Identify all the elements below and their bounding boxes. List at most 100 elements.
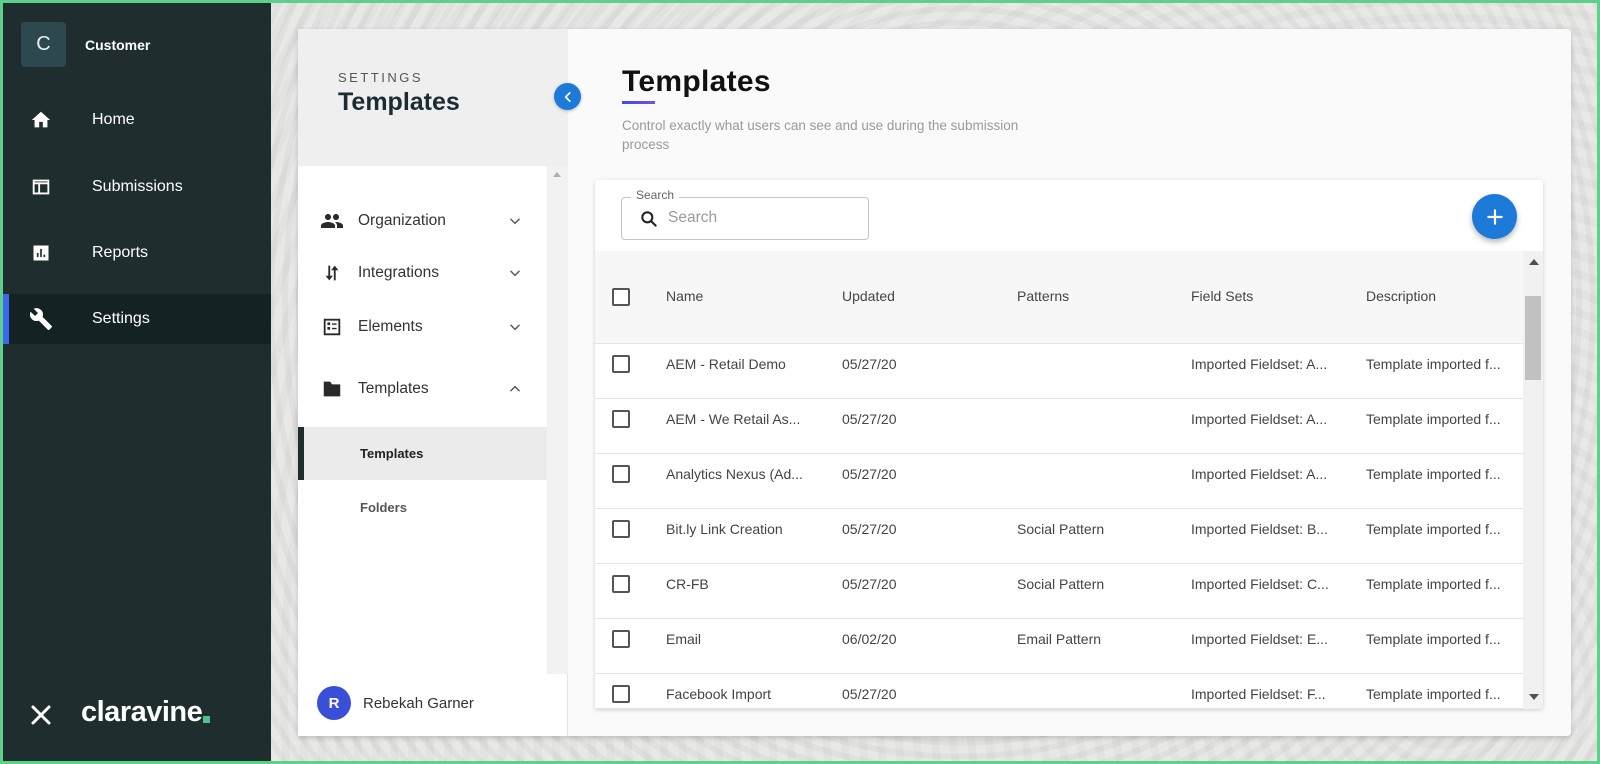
chevron-up-icon: [507, 381, 523, 397]
account-switcher[interactable]: C Customer: [21, 22, 150, 67]
cell-updated: 05/27/20: [842, 576, 897, 592]
row-checkbox[interactable]: [612, 410, 630, 428]
column-header-updated[interactable]: Updated: [842, 288, 895, 304]
nav-item-settings[interactable]: Settings: [3, 294, 271, 344]
cell-description: Template imported f...: [1366, 686, 1501, 702]
section-integrations[interactable]: Integrations: [298, 248, 547, 298]
cell-field-sets: Imported Fieldset: B...: [1191, 521, 1328, 537]
cell-patterns: Social Pattern: [1017, 521, 1105, 537]
account-name: Customer: [85, 36, 151, 53]
cell-name[interactable]: AEM - Retail Demo: [666, 356, 786, 372]
nav-item-submissions[interactable]: Submissions: [3, 162, 271, 212]
cell-description: Template imported f...: [1366, 521, 1501, 537]
add-template-button[interactable]: [1472, 194, 1517, 239]
plus-icon: [1486, 208, 1503, 225]
page-description: Control exactly what users can see and u…: [622, 118, 1019, 152]
cell-updated: 05/27/20: [842, 521, 897, 537]
cell-updated: 06/02/20: [842, 631, 897, 647]
search-label: Search: [631, 188, 680, 202]
cell-field-sets: Imported Fieldset: A...: [1191, 356, 1328, 372]
table-scroll-down-arrow[interactable]: [1529, 694, 1539, 700]
row-checkbox[interactable]: [612, 520, 630, 538]
section-elements[interactable]: Elements: [298, 302, 547, 352]
section-label: Integrations: [358, 264, 439, 281]
table-scroll-up-arrow[interactable]: [1529, 259, 1539, 265]
section-templates[interactable]: Templates: [298, 364, 547, 414]
swap-vertical-icon: [320, 261, 344, 285]
cell-description: Template imported f...: [1366, 356, 1501, 372]
column-header-field-sets[interactable]: Field Sets: [1191, 288, 1253, 304]
chevron-down-icon: [507, 265, 523, 281]
cell-name[interactable]: Email: [666, 631, 701, 647]
nav-item-label: Submissions: [92, 178, 183, 195]
column-header-patterns[interactable]: Patterns: [1017, 288, 1069, 304]
page-title: Templates: [622, 65, 771, 98]
column-header-description[interactable]: Description: [1366, 288, 1436, 304]
chevron-left-icon: [564, 91, 571, 102]
sidebar-item-folders[interactable]: Folders: [298, 481, 547, 534]
cell-description: Template imported f...: [1366, 631, 1501, 647]
nav-item-label: Home: [92, 111, 135, 128]
sidebar-scrollbar[interactable]: [547, 166, 568, 674]
row-checkbox[interactable]: [612, 465, 630, 483]
list-alt-icon: [320, 315, 344, 339]
sidebar-item-label: Templates: [360, 446, 424, 461]
row-checkbox[interactable]: [612, 575, 630, 593]
user-name: Rebekah Garner: [363, 694, 474, 712]
chevron-down-icon: [507, 213, 523, 229]
select-all-checkbox[interactable]: [612, 288, 630, 306]
cell-updated: 05/27/20: [842, 466, 897, 482]
cell-name[interactable]: Facebook Import: [666, 686, 771, 702]
table-scrollbar-thumb[interactable]: [1525, 296, 1541, 380]
cell-field-sets: Imported Fieldset: E...: [1191, 631, 1328, 647]
cell-name[interactable]: Bit.ly Link Creation: [666, 521, 783, 537]
section-label: Templates: [358, 380, 429, 397]
cell-updated: 05/27/20: [842, 356, 897, 372]
nav-item-home[interactable]: Home: [3, 95, 271, 145]
cell-field-sets: Imported Fieldset: F...: [1191, 686, 1326, 702]
user-profile[interactable]: R Rebekah Garner: [317, 686, 474, 720]
cell-field-sets: Imported Fieldset: C...: [1191, 576, 1329, 592]
row-checkbox[interactable]: [612, 630, 630, 648]
cell-updated: 05/27/20: [842, 411, 897, 427]
bar-chart-icon: [29, 241, 53, 265]
chevron-down-icon: [507, 319, 523, 335]
cell-name[interactable]: CR-FB: [666, 576, 709, 592]
cell-description: Template imported f...: [1366, 411, 1501, 427]
table-icon: [29, 175, 53, 199]
title-underline: [622, 101, 655, 104]
home-icon: [29, 108, 53, 132]
section-label: Elements: [358, 318, 423, 335]
account-avatar: C: [21, 22, 66, 67]
column-header-name[interactable]: Name: [666, 288, 703, 304]
settings-eyebrow: SETTINGS: [338, 70, 424, 85]
sidebar-item-templates[interactable]: Templates: [298, 427, 547, 480]
brand-name: claravine: [81, 696, 203, 728]
cell-patterns: Email Pattern: [1017, 631, 1102, 647]
main-nav: C Customer Home Submissions Reports Sett…: [3, 3, 271, 761]
nav-item-label: Reports: [92, 244, 149, 261]
collapse-sidebar-button[interactable]: [554, 83, 581, 110]
nav-item-reports[interactable]: Reports: [3, 228, 271, 278]
cell-name[interactable]: AEM - We Retail As...: [666, 411, 800, 427]
search-icon: [638, 208, 660, 230]
sidebar-scroll-up-arrow[interactable]: [553, 172, 561, 177]
section-organization[interactable]: Organization: [298, 196, 547, 246]
search-input[interactable]: [668, 204, 858, 232]
cell-name[interactable]: Analytics Nexus (Ad...: [666, 466, 803, 482]
wrench-icon: [29, 307, 53, 331]
cell-description: Template imported f...: [1366, 466, 1501, 482]
row-checkbox[interactable]: [612, 355, 630, 373]
cell-updated: 05/27/20: [842, 686, 897, 702]
cell-description: Template imported f...: [1366, 576, 1501, 592]
nav-item-label: Settings: [92, 310, 150, 327]
brand-mark: [203, 716, 211, 723]
section-label: Organization: [358, 212, 446, 229]
settings-sidebar-header: SETTINGS Templates: [298, 29, 568, 166]
cell-field-sets: Imported Fieldset: A...: [1191, 466, 1328, 482]
settings-title: Templates: [338, 88, 460, 116]
row-checkbox[interactable]: [612, 685, 630, 703]
people-icon: [320, 209, 344, 233]
cell-patterns: Social Pattern: [1017, 576, 1105, 592]
close-nav-button[interactable]: [29, 703, 53, 727]
